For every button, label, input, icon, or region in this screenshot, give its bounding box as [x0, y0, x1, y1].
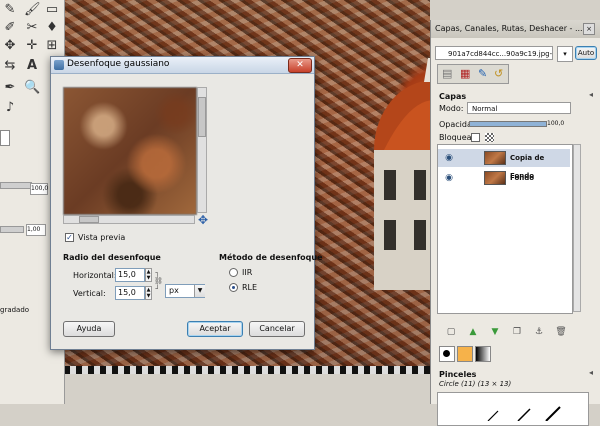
paintbrush-icon[interactable]: 🖌 [24, 2, 41, 18]
layer-name: Fondo [510, 174, 535, 182]
fg-color-swatch[interactable] [0, 130, 10, 146]
lock-pixels-checkbox[interactable] [471, 133, 480, 142]
blur-radius-heading: Radio del desenfoque [63, 253, 161, 262]
layers-list: ◉ Copia de Fondo ◉ Fondo [437, 144, 573, 314]
size-value[interactable]: 100,0 [30, 183, 48, 195]
layers-panel: Capas, Canales, Rutas, Deshacer - ... × … [430, 20, 600, 426]
brush-name: Circle (11) (13 × 13) [439, 380, 512, 388]
panel-close-icon[interactable]: × [583, 23, 595, 35]
brush-strokes [487, 406, 561, 421]
blur-preview[interactable] [63, 87, 197, 215]
gradients-tab[interactable] [475, 346, 491, 362]
gradient-label: gradado [0, 306, 30, 314]
method-heading: Método de desenfoque [219, 253, 323, 262]
airbrush-icon[interactable]: ✐ [2, 20, 18, 36]
ok-button[interactable]: Aceptar [187, 321, 243, 337]
brushes-tab[interactable] [439, 346, 455, 362]
mode-select[interactable]: Normal [467, 102, 571, 114]
preview-vertical-thumb[interactable] [198, 97, 206, 137]
vertical-label: Vertical: [73, 289, 106, 298]
layers-tab-icon[interactable]: ▤ [442, 67, 452, 80]
layer-row[interactable]: ◉ Fondo [438, 169, 570, 187]
picker-icon[interactable]: ✒ [2, 80, 18, 96]
duplicate-layer-icon[interactable]: ❐ [511, 326, 523, 338]
brush-preview[interactable] [437, 392, 589, 426]
chain-link-icon[interactable]: ┐ ⛓ ┘ [154, 269, 163, 299]
channels-tab-icon[interactable]: ▦ [460, 67, 470, 80]
gaussian-blur-dialog: Desenfoque gaussiano ✕ ✥ ✓ Vista previa … [50, 56, 323, 350]
radio-iir[interactable] [229, 268, 238, 277]
layer-thumbnail [484, 151, 506, 165]
layer-thumbnail [484, 171, 506, 185]
vertical-spinner[interactable]: ▲ ▼ [145, 286, 152, 300]
pencil-icon[interactable]: ✎ [2, 2, 18, 18]
radio-rle-label: RLE [242, 283, 258, 292]
dialog-title: Desenfoque gaussiano [67, 59, 170, 69]
lower-layer-icon[interactable]: ▼ [489, 326, 501, 338]
horizontal-input[interactable]: 15,0 [115, 268, 145, 282]
auto-button[interactable]: Auto [575, 46, 597, 60]
undo-tab-icon[interactable]: ↺ [494, 67, 503, 80]
aspect-slider[interactable] [0, 226, 24, 233]
cathedral-image [374, 58, 430, 290]
unit-select-value: px [169, 286, 179, 295]
brushes-title: Pinceles [439, 370, 477, 379]
brushes-menu-icon[interactable]: ◂ [589, 368, 593, 377]
layers-scrollbar[interactable] [573, 144, 581, 312]
patterns-tab[interactable] [457, 346, 473, 362]
new-layer-icon[interactable]: ▢ [445, 326, 457, 338]
anchor-layer-icon[interactable]: ⚓ [533, 326, 545, 338]
eraser-icon[interactable]: ▭ [44, 2, 60, 18]
brush-dot-icon [443, 350, 450, 357]
opacity-slider[interactable] [469, 121, 547, 127]
canvas-ruler-strip [64, 366, 430, 374]
horizontal-spinner[interactable]: ▲ ▼ [145, 268, 152, 282]
preview-horizontal-thumb[interactable] [79, 216, 99, 223]
vertical-input[interactable]: 15,0 [115, 286, 145, 300]
horizontal-label: Horizontal: [73, 271, 117, 280]
close-button[interactable]: ✕ [288, 58, 312, 73]
radio-rle[interactable] [229, 283, 238, 292]
radio-iir-label: IIR [242, 268, 253, 277]
brush-icon[interactable]: ♪ [2, 100, 18, 116]
text-icon[interactable]: A [24, 58, 40, 74]
crosshair-icon[interactable]: ✛ [24, 38, 40, 54]
scissors-icon[interactable]: ✂ [24, 20, 40, 36]
preview-checkbox[interactable]: ✓ [65, 233, 74, 242]
measure-icon[interactable]: ⊞ [44, 38, 60, 54]
eye-icon[interactable]: ◉ [444, 153, 454, 163]
cancel-button[interactable]: Cancelar [249, 321, 305, 337]
dialog-titlebar[interactable]: Desenfoque gaussiano ✕ [51, 57, 314, 74]
help-button[interactable]: Ayuda [63, 321, 115, 337]
chevron-down-icon[interactable]: ▾ [557, 46, 573, 62]
preview-checkbox-label: Vista previa [78, 233, 126, 242]
zoom-icon[interactable]: 🔍 [24, 80, 40, 96]
panel-title: Capas, Canales, Rutas, Deshacer - ... [431, 20, 600, 38]
mode-label: Modo: [439, 104, 464, 113]
panel-tabs: ▤ ▦ ✎ ↺ [437, 64, 509, 84]
flip-icon[interactable]: ⇆ [2, 58, 18, 74]
aspect-value[interactable]: 1,00 [26, 224, 46, 236]
gimp-icon [54, 60, 64, 70]
raise-layer-icon[interactable]: ▲ [467, 326, 479, 338]
move-icon[interactable]: ✥ [2, 38, 18, 54]
paths-tab-icon[interactable]: ✎ [478, 67, 487, 80]
panel-menu-icon[interactable]: ◂ [589, 90, 599, 100]
stamp-icon[interactable]: ♦ [44, 20, 60, 36]
eye-icon[interactable]: ◉ [444, 173, 454, 183]
image-selector[interactable]: 901a7cd844cc...90a9c19.jpg-2 [435, 46, 553, 60]
navigate-icon[interactable]: ✥ [197, 214, 209, 226]
chevron-down-icon[interactable]: ▼ [194, 285, 205, 297]
opacity-value[interactable]: 100,0 [547, 120, 564, 127]
delete-layer-icon[interactable]: 🗑 [555, 326, 567, 338]
layers-section-title: Capas [439, 92, 467, 101]
size-slider[interactable] [0, 182, 32, 189]
layer-row[interactable]: ◉ Copia de Fondo [438, 149, 570, 180]
lock-alpha-icon[interactable] [485, 133, 494, 142]
